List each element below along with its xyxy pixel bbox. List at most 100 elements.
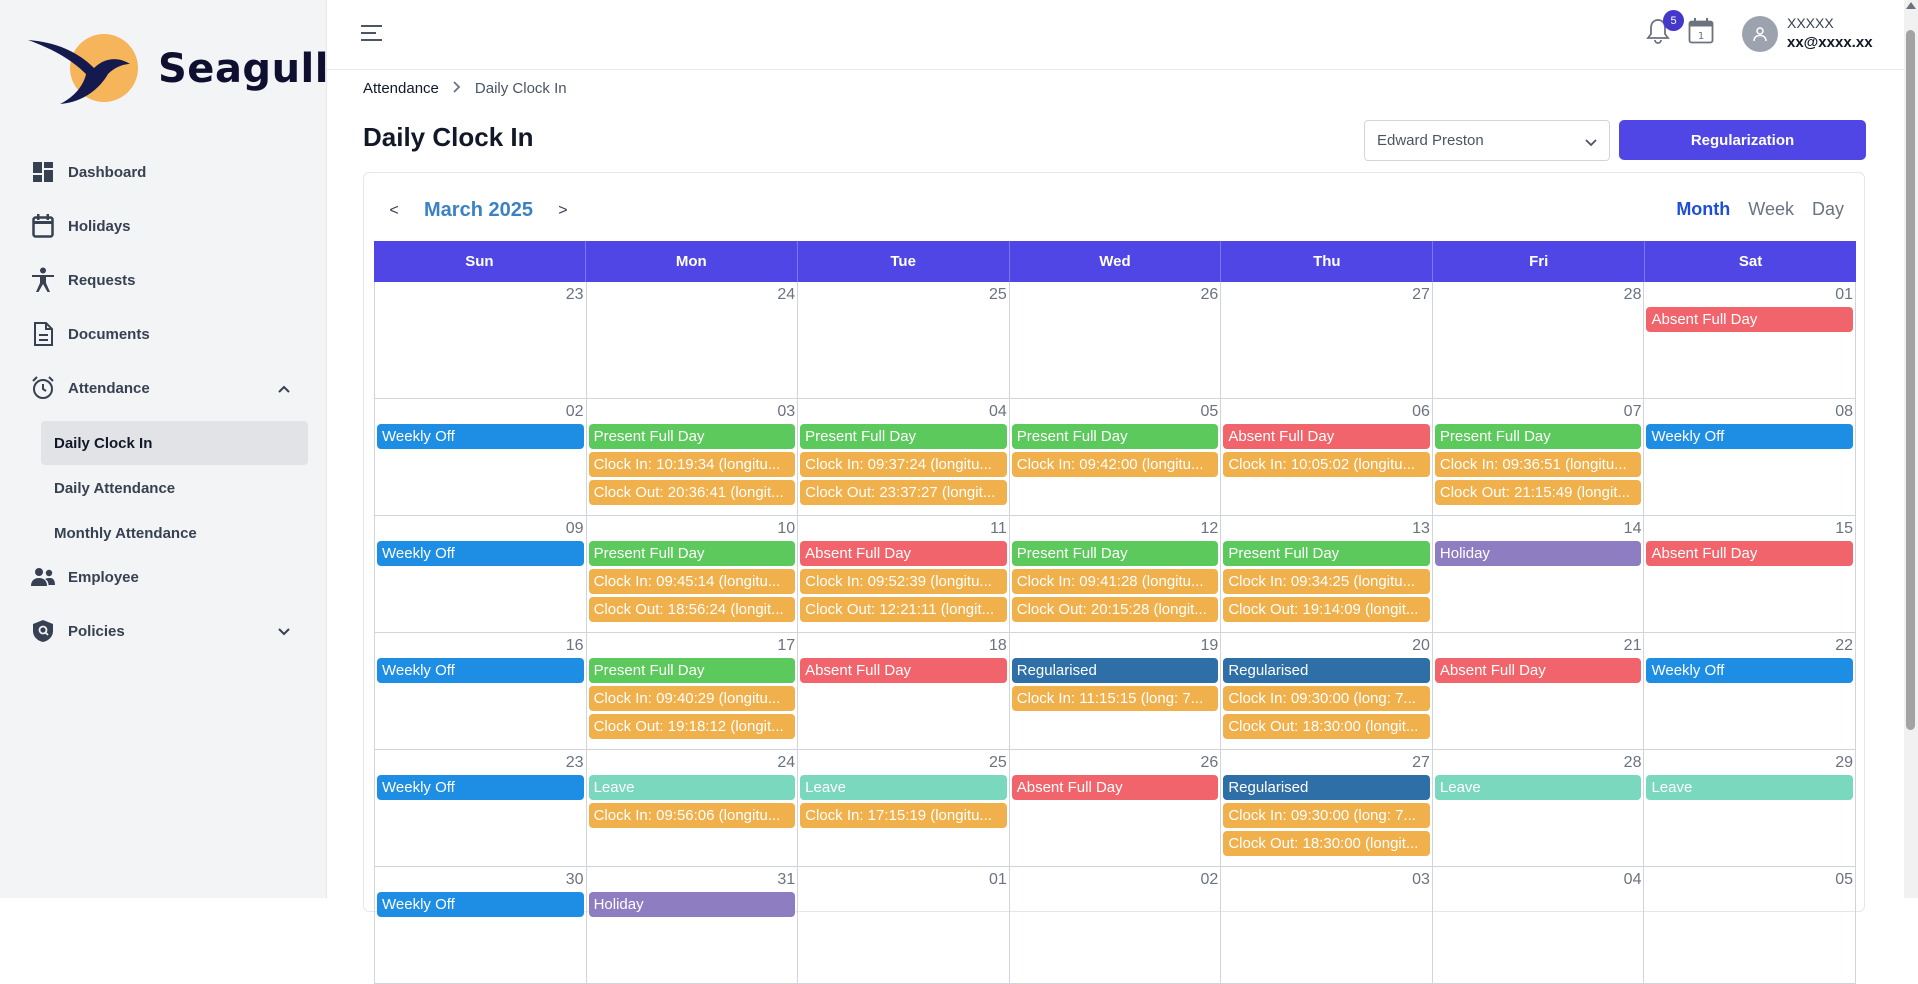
calendar-day-cell[interactable]: 10 Present Full Day Clock In: 09:45:14 (lo… [587,516,799,632]
breadcrumb-attendance[interactable]: Attendance [363,80,439,97]
calendar-day-cell[interactable]: 04 Present Full Day Clock In: 09:37:24 (lo… [798,399,1010,515]
calendar-event[interactable]: Present Full Day [1223,541,1430,566]
calendar-day-cell[interactable]: 31 Holiday [587,867,799,983]
calendar-day-cell[interactable]: 25 [798,282,1010,398]
calendar-day-cell[interactable]: 18 Absent Full Day [798,633,1010,749]
calendar-day-cell[interactable]: 17 Present Full Day Clock In: 09:40:29 (lo… [587,633,799,749]
view-day-button[interactable]: Day [1812,199,1844,220]
calendar-event[interactable]: Clock Out: 19:18:12 (longit... [588,714,796,739]
calendar-event[interactable]: Weekly Off [377,775,584,800]
calendar-day-cell[interactable]: 09 Weekly Off [374,516,587,632]
calendar-event[interactable]: Clock In: 11:15:15 (long: 7... [1011,686,1219,711]
calendar-event[interactable]: Clock Out: 18:30:00 (longit... [1223,831,1430,856]
calendar-event[interactable]: Leave [800,775,1007,800]
sidebar-subitem-daily-attendance[interactable]: Daily Attendance [41,466,308,510]
calendar-event[interactable]: Weekly Off [377,541,584,566]
calendar-event[interactable]: Clock Out: 23:37:27 (longit... [800,480,1007,505]
calendar-event[interactable]: Present Full Day [1011,541,1219,566]
calendar-event[interactable]: Present Full Day [588,541,796,566]
calendar-day-cell[interactable]: 23 [374,282,587,398]
scroll-thumb[interactable] [1906,30,1915,730]
calendar-event[interactable]: Present Full Day [1011,424,1219,449]
calendar-day-cell[interactable]: 01 [798,867,1010,983]
sidebar-item-employee[interactable]: Employee [30,557,300,597]
calendar-day-cell[interactable]: 16 Weekly Off [374,633,587,749]
calendar-event[interactable]: Regularised [1011,658,1219,683]
calendar-event[interactable]: Leave [1434,775,1642,800]
calendar-day-cell[interactable]: 11 Absent Full Day Clock In: 09:52:39 (lon… [798,516,1010,632]
calendar-day-cell[interactable]: 27 Regularised Clock In: 09:30:00 (long: 7… [1221,750,1433,866]
calendar-event[interactable]: Weekly Off [377,892,584,917]
calendar-event[interactable]: Clock In: 09:34:25 (longitu... [1223,569,1430,594]
calendar-event[interactable]: Clock In: 09:52:39 (longitu... [800,569,1007,594]
calendar-event[interactable]: Absent Full Day [800,541,1007,566]
calendar-event[interactable]: Clock In: 09:30:00 (long: 7... [1223,686,1430,711]
sidebar-item-attendance[interactable]: Attendance [30,368,300,408]
chevron-up-icon[interactable] [278,380,290,397]
calendar-event[interactable]: Clock Out: 20:36:41 (longit... [588,480,796,505]
calendar-event[interactable]: Regularised [1223,775,1430,800]
employee-select[interactable]: Edward Preston [1364,120,1610,161]
calendar-day-cell[interactable]: 02 Weekly Off [374,399,587,515]
chevron-down-icon[interactable] [278,623,290,640]
calendar-day-cell[interactable]: 12 Present Full Day Clock In: 09:41:28 (lo… [1010,516,1222,632]
sidebar-item-documents[interactable]: Documents [30,314,300,354]
avatar[interactable] [1742,16,1778,52]
calendar-event[interactable]: Absent Full Day [1011,775,1219,800]
calendar-day-cell[interactable]: 15 Absent Full Day [1644,516,1857,632]
calendar-event[interactable]: Absent Full Day [1646,541,1854,566]
calendar-event[interactable]: Clock In: 09:45:14 (longitu... [588,569,796,594]
calendar-event[interactable]: Clock In: 09:37:24 (longitu... [800,452,1007,477]
calendar-event[interactable]: Absent Full Day [1646,307,1854,332]
calendar-icon[interactable]: 1 [1688,18,1714,49]
calendar-day-cell[interactable]: 22 Weekly Off [1644,633,1857,749]
calendar-event[interactable]: Holiday [588,892,796,917]
calendar-day-cell[interactable]: 03 [1221,867,1433,983]
sidebar-item-requests[interactable]: Requests [30,260,300,300]
sidebar-subitem-daily-clock-in[interactable]: Daily Clock In [41,421,308,465]
calendar-day-cell[interactable]: 14 Holiday [1433,516,1645,632]
calendar-event[interactable]: Present Full Day [800,424,1007,449]
sidebar-item-policies[interactable]: Policies [30,611,300,651]
calendar-day-cell[interactable]: 28 [1433,282,1645,398]
calendar-event[interactable]: Clock In: 10:05:02 (longitu... [1223,452,1430,477]
calendar-event[interactable]: Absent Full Day [1223,424,1430,449]
scroll-up-arrow-icon[interactable] [1906,2,1916,9]
calendar-event[interactable]: Absent Full Day [800,658,1007,683]
calendar-event[interactable]: Clock Out: 20:15:28 (longit... [1011,597,1219,622]
calendar-event[interactable]: Clock Out: 18:30:00 (longit... [1223,714,1430,739]
calendar-day-cell[interactable]: 23 Weekly Off [374,750,587,866]
calendar-day-cell[interactable]: 21 Absent Full Day [1433,633,1645,749]
calendar-event[interactable]: Clock In: 09:42:00 (longitu... [1011,452,1219,477]
next-month-button[interactable]: > [553,202,573,220]
calendar-day-cell[interactable]: 24 Leave Clock In: 09:56:06 (longitu... [587,750,799,866]
calendar-event[interactable]: Clock Out: 12:21:11 (longit... [800,597,1007,622]
calendar-day-cell[interactable]: 05 Present Full Day Clock In: 09:42:00 (lo… [1010,399,1222,515]
calendar-day-cell[interactable]: 26 [1010,282,1222,398]
calendar-event[interactable]: Clock In: 10:19:34 (longitu... [588,452,796,477]
page-scrollbar[interactable] [1904,0,1918,898]
calendar-event[interactable]: Clock Out: 19:14:09 (longit... [1223,597,1430,622]
calendar-event[interactable]: Regularised [1223,658,1430,683]
calendar-event[interactable]: Absent Full Day [1434,658,1642,683]
calendar-day-cell[interactable]: 24 [587,282,799,398]
calendar-day-cell[interactable]: 20 Regularised Clock In: 09:30:00 (long: 7… [1221,633,1433,749]
calendar-event[interactable]: Clock In: 09:36:51 (longitu... [1434,452,1642,477]
calendar-event[interactable]: Present Full Day [1434,424,1642,449]
calendar-event[interactable]: Clock In: 09:41:28 (longitu... [1011,569,1219,594]
calendar-day-cell[interactable]: 30 Weekly Off [374,867,587,983]
seagull-logo[interactable]: Seagull [26,28,328,108]
calendar-day-cell[interactable]: 26 Absent Full Day [1010,750,1222,866]
calendar-day-cell[interactable]: 04 [1433,867,1645,983]
view-month-button[interactable]: Month [1676,199,1730,220]
calendar-event[interactable]: Weekly Off [377,658,584,683]
prev-month-button[interactable]: < [384,202,404,220]
calendar-event[interactable]: Weekly Off [377,424,584,449]
calendar-event[interactable]: Leave [588,775,796,800]
menu-toggle-icon[interactable] [361,24,383,47]
sidebar-item-dashboard[interactable]: Dashboard [30,152,300,192]
calendar-event[interactable]: Holiday [1434,541,1642,566]
calendar-day-cell[interactable]: 25 Leave Clock In: 17:15:19 (longitu... [798,750,1010,866]
calendar-day-cell[interactable]: 03 Present Full Day Clock In: 10:19:34 (lo… [587,399,799,515]
calendar-day-cell[interactable]: 05 [1644,867,1857,983]
